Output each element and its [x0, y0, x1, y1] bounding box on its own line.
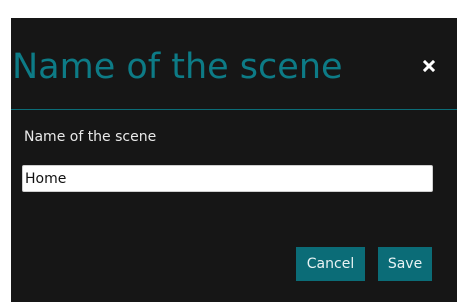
scene-name-label: Name of the scene [24, 129, 157, 145]
close-icon [423, 60, 435, 72]
cancel-button[interactable]: Cancel [296, 247, 365, 281]
dialog-title: Name of the scene [12, 47, 343, 87]
scene-name-input[interactable] [22, 165, 433, 192]
close-button[interactable] [416, 53, 442, 79]
scene-name-dialog: Name of the scene Name of the scene Canc… [11, 18, 457, 302]
save-button[interactable]: Save [378, 247, 432, 281]
dialog-header: Name of the scene [11, 18, 457, 110]
